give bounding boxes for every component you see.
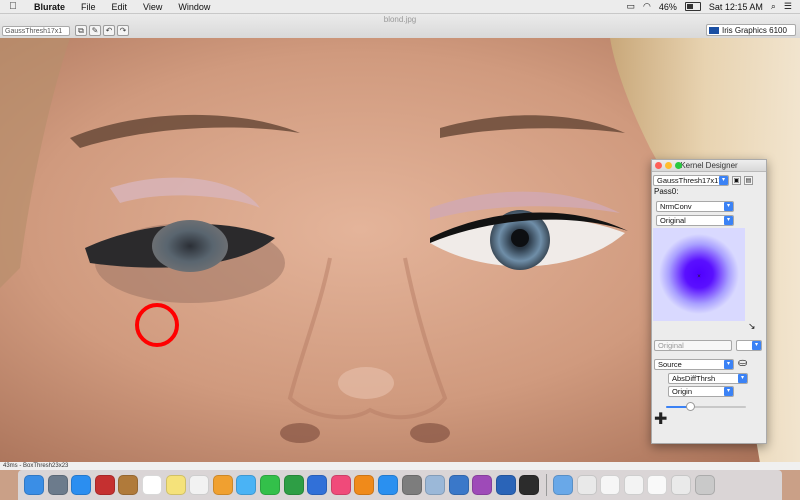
chevron-down-icon: ▾ [724, 360, 733, 369]
panel-title: Kernel Designer [680, 161, 738, 170]
chevron-down-icon: ▾ [724, 387, 733, 396]
kernel-preview[interactable]: × [653, 228, 745, 321]
dock-separator [546, 474, 548, 496]
menu-bar:  Blurate File Edit View Window ▭ ◠ 46% … [0, 0, 800, 14]
calendar-icon[interactable] [141, 475, 162, 495]
chevron-down-icon: ▾ [724, 202, 733, 211]
threshold-slider[interactable] [666, 402, 746, 411]
blend-op-label: AbsDiffThrsh [672, 374, 716, 383]
airplay-icon[interactable]: ▭ [626, 1, 635, 12]
chevron-down-icon: ▾ [738, 374, 747, 383]
window-title: blond.jpg [383, 15, 417, 24]
compare-icon[interactable]: ⧉ [75, 25, 87, 36]
minimize-icon[interactable] [665, 162, 672, 169]
menu-status-area: ▭ ◠ 46% Sat 12:15 AM ⌕ ☰ [626, 1, 800, 12]
chevron-down-icon: ▾ [724, 216, 733, 225]
battery-percent[interactable]: 46% [659, 2, 677, 12]
ibooks-author-icon[interactable] [472, 475, 493, 495]
kernel-designer-panel: Kernel Designer GaussThresh17x17 ▾ ▣ ▤ P… [651, 159, 767, 444]
mail-stamp-icon[interactable] [118, 475, 139, 495]
conv-mode-select[interactable]: NrmConv ▾ [656, 201, 734, 212]
zoom-icon[interactable] [675, 162, 682, 169]
ibooks-icon[interactable] [354, 475, 375, 495]
kernel-name-select[interactable]: GaussThresh17x17 ▾ [653, 175, 729, 186]
messages-icon[interactable] [236, 475, 257, 495]
download-stack-icon[interactable] [671, 475, 692, 495]
menu-view[interactable]: View [135, 2, 170, 12]
photo-booth-icon[interactable] [94, 475, 115, 495]
menu-window[interactable]: Window [170, 2, 218, 12]
wifi-icon[interactable]: ◠ [643, 1, 651, 12]
launchpad-icon[interactable] [47, 475, 68, 495]
xcode-icon[interactable] [495, 475, 516, 495]
spotlight-icon[interactable]: ⌕ [771, 1, 776, 12]
trash-icon[interactable] [694, 475, 715, 495]
blend-source-select[interactable]: Source ▾ [654, 359, 734, 370]
input-source-label: Original [660, 216, 686, 225]
kernel-name-label: GaussThresh17x17 [657, 176, 723, 185]
input-source-select[interactable]: Original ▾ [656, 215, 734, 226]
reminders-icon[interactable] [189, 475, 210, 495]
secondary-source-select[interactable]: Original [654, 340, 732, 351]
screenshot-icon[interactable] [623, 475, 644, 495]
blend-op-select[interactable]: AbsDiffThrsh ▾ [668, 373, 748, 384]
safari-icon[interactable] [71, 475, 92, 495]
panel-titlebar[interactable]: Kernel Designer [652, 160, 766, 172]
gpu-chip-icon [709, 26, 719, 34]
load-icon[interactable]: ▤ [744, 176, 753, 185]
kernel-center-icon: × [697, 274, 701, 280]
app-store-icon[interactable] [377, 475, 398, 495]
preview-icon[interactable] [425, 475, 446, 495]
apple-icon[interactable]:  [0, 1, 26, 12]
numbers-icon[interactable] [283, 475, 304, 495]
secondary-option-select[interactable]: ▾ [736, 340, 762, 351]
gpu-selector[interactable]: Iris Graphics 6100 [706, 24, 796, 36]
blend-source-label: Source [658, 360, 682, 369]
notes-icon[interactable] [165, 475, 186, 495]
save-icon[interactable]: ▣ [732, 176, 741, 185]
dock [18, 470, 782, 500]
status-bar: 43ms - BoxThresh23x23 [0, 462, 800, 470]
add-pass-icon[interactable]: ✚ [654, 412, 667, 428]
menu-clock[interactable]: Sat 12:15 AM [709, 2, 763, 12]
menu-edit[interactable]: Edit [104, 2, 136, 12]
slider-knob[interactable] [686, 402, 695, 411]
stack-icon[interactable] [600, 475, 621, 495]
gpu-label: Iris Graphics 6100 [722, 25, 787, 35]
blend-target-label: Origin [672, 387, 693, 396]
chevron-down-icon: ▾ [719, 176, 728, 185]
keynote-icon[interactable] [307, 475, 328, 495]
instruments-icon[interactable] [448, 475, 469, 495]
window-toolbar: blond.jpg GaussThresh17x1 ⧉ ✎ ↶ ↷ Iris G… [0, 14, 800, 39]
close-icon[interactable] [655, 162, 662, 169]
document-icon[interactable] [647, 475, 668, 495]
conv-mode-label: NrmConv [660, 202, 692, 211]
resize-arrow-icon[interactable]: ↘ [748, 321, 756, 332]
itunes-icon[interactable] [330, 475, 351, 495]
menu-file[interactable]: File [73, 2, 104, 12]
photos-icon[interactable] [212, 475, 233, 495]
console-icon[interactable] [519, 475, 540, 495]
grid-folder-icon[interactable] [576, 475, 597, 495]
undo-icon[interactable]: ↶ [103, 25, 115, 36]
chevron-down-icon: ▾ [752, 341, 761, 350]
folder-icon[interactable] [553, 475, 574, 495]
finder-icon[interactable] [24, 475, 44, 495]
secondary-source-label: Original [658, 341, 684, 350]
blend-target-select[interactable]: Origin ▾ [668, 386, 734, 397]
wand-icon[interactable]: ✎ [89, 25, 101, 36]
paint-bucket-icon[interactable]: ⛀ [738, 356, 747, 369]
facetime-icon[interactable] [259, 475, 280, 495]
pass-label: Pass0: [654, 187, 679, 196]
battery-icon[interactable] [684, 2, 701, 11]
notification-center-icon[interactable]: ☰ [784, 1, 792, 12]
system-preferences-icon[interactable] [401, 475, 422, 495]
kernel-select[interactable]: GaussThresh17x1 [2, 26, 70, 36]
menu-app-name[interactable]: Blurate [26, 2, 73, 12]
redo-icon[interactable]: ↷ [117, 25, 129, 36]
